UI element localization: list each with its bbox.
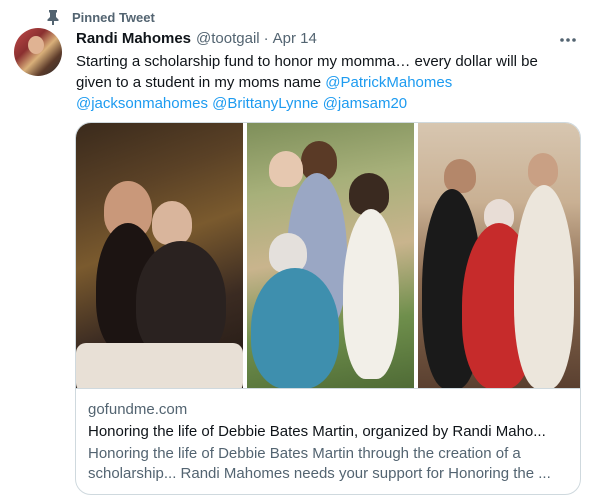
pinned-label: Pinned Tweet	[72, 9, 155, 25]
more-horizontal-icon	[559, 30, 577, 48]
pin-icon	[46, 9, 60, 25]
pinned-indicator: Pinned Tweet	[46, 8, 155, 26]
link-card[interactable]: gofundme.com Honoring the life of Debbie…	[75, 122, 581, 495]
display-name[interactable]: Randi Mahomes	[76, 30, 191, 47]
mention-jamsam20[interactable]: @jamsam20	[323, 95, 407, 112]
mention-brittanylynne[interactable]: @BrittanyLynne	[212, 95, 318, 112]
tweet-header: Randi Mahomes @tootgail · Apr 14	[76, 30, 317, 47]
tweet[interactable]: Pinned Tweet Randi Mahomes @tootgail · A…	[0, 0, 602, 498]
card-image[interactable]	[76, 123, 580, 389]
mention-patrickmahomes[interactable]: @PatrickMahomes	[325, 74, 452, 91]
avatar[interactable]	[14, 28, 62, 76]
photo-family-outdoors	[247, 123, 414, 388]
user-handle[interactable]: @tootgail	[196, 30, 260, 47]
tweet-text-body: Starting a scholarship fund to honor my …	[76, 53, 538, 91]
link-domain: gofundme.com	[88, 401, 188, 418]
link-description-line-1: Honoring the life of Debbie Bates Martin…	[88, 445, 521, 462]
more-button[interactable]	[556, 30, 580, 48]
link-description: Honoring the life of Debbie Bates Martin…	[88, 444, 570, 484]
tweet-date[interactable]: Apr 14	[273, 30, 317, 47]
photo-group-with-chiefs-jersey	[418, 123, 580, 388]
tweet-text: Starting a scholarship fund to honor my …	[76, 51, 566, 114]
separator-dot: ·	[263, 30, 269, 47]
link-title: Honoring the life of Debbie Bates Martin…	[88, 423, 546, 440]
mention-jacksonmahomes[interactable]: @jacksonmahomes	[76, 95, 208, 112]
link-card-info[interactable]: gofundme.com Honoring the life of Debbie…	[88, 400, 570, 484]
photo-two-women-at-table	[76, 123, 243, 388]
link-description-line-2: scholarship... Randi Mahomes needs your …	[88, 465, 551, 482]
